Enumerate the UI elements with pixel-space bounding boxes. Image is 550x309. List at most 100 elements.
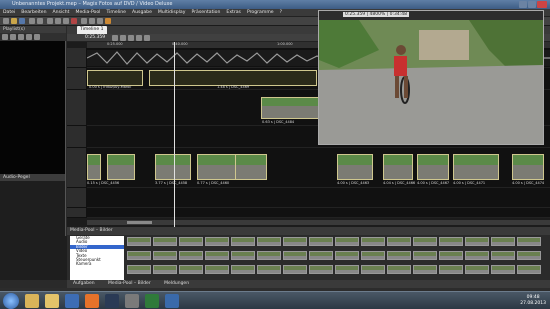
undo-icon[interactable] [29,18,35,24]
open-icon[interactable] [11,18,17,24]
clock[interactable]: 09:48 27.08.2013 [520,295,546,307]
zoom-out-icon[interactable] [136,35,142,41]
image-clip-thumbnail[interactable] [235,154,267,180]
media-thumbnail[interactable] [465,237,489,246]
audio-clip[interactable] [87,70,143,86]
menu-item-timeline[interactable]: Timeline [103,9,129,15]
media-thumbnail[interactable] [361,265,385,274]
image-clip-thumbnail[interactable] [417,154,449,180]
menu-item-praesentation[interactable]: Präsentation [188,9,223,15]
track-header-images[interactable]: Bilder [67,148,99,188]
media-thumbnail[interactable] [231,265,255,274]
media-thumbnail[interactable] [179,265,203,274]
media-thumbnail[interactable] [491,251,515,260]
media-thumbnail[interactable] [491,265,515,274]
media-thumbnail[interactable] [413,237,437,246]
media-thumbnail[interactable] [387,251,411,260]
media-thumbnail[interactable] [387,265,411,274]
image-clip-thumbnail[interactable] [197,154,237,180]
record-icon[interactable] [18,34,24,40]
redo-icon[interactable] [37,18,43,24]
track-header-6[interactable] [67,188,87,208]
image-clip-thumbnail[interactable] [87,154,101,180]
menu-item-ausgabe[interactable]: Ausgabe [129,9,155,15]
image-clip-thumbnail[interactable] [453,154,499,180]
media-thumbnail[interactable] [439,265,463,274]
media-thumbnail[interactable] [491,237,515,246]
track-6[interactable] [87,188,550,208]
media-thumbnail[interactable] [439,251,463,260]
video-clip-thumbnail[interactable] [261,97,319,119]
track-header-video[interactable]: Video [67,90,99,126]
save-icon[interactable] [19,18,25,24]
media-thumbnail[interactable] [517,265,541,274]
minimize-icon[interactable] [519,1,527,8]
timeline-scrollbar[interactable] [87,220,550,225]
track-status[interactable] [87,208,550,218]
media-thumbnail[interactable] [257,237,281,246]
track-header-4[interactable] [67,126,87,148]
media-thumbnail[interactable] [153,237,177,246]
cut-tool-icon[interactable] [120,35,126,41]
media-thumbnail[interactable] [283,265,307,274]
media-thumbnail[interactable] [153,265,177,274]
image-clip-thumbnail[interactable] [383,154,413,180]
playhead[interactable] [174,42,175,236]
image-clip-thumbnail[interactable] [107,154,135,180]
copy-icon[interactable] [55,18,61,24]
explorer-icon[interactable] [25,294,39,308]
track-header-audio[interactable]: Audio [67,48,99,68]
media-thumbnail[interactable] [309,251,333,260]
lightroom-icon[interactable] [105,294,119,308]
media-thumbnail[interactable] [517,237,541,246]
settings-icon[interactable] [89,18,95,24]
tree-item[interactable]: Kamera [70,261,124,266]
tab-media-pool[interactable]: Media-Pool – Bilder [102,280,157,287]
media-thumbnail[interactable] [439,237,463,246]
mouse-mode-icon[interactable] [112,35,118,41]
media-thumbnail[interactable] [387,237,411,246]
media-thumbnail[interactable] [517,251,541,260]
media-thumbnail[interactable] [335,237,359,246]
media-thumbnail[interactable] [361,237,385,246]
track-images[interactable]: 0.15 s | DSC_4456 3.77 s | DSC_4458 0.77… [87,148,550,188]
menu-item-programme[interactable]: Programme [244,9,277,15]
start-button[interactable] [3,293,19,309]
firefox-icon[interactable] [85,294,99,308]
media-thumbnail[interactable] [127,265,151,274]
media-thumbnail[interactable] [335,265,359,274]
tab-aufgaben[interactable]: Aufgaben [67,280,101,287]
track-header-2[interactable] [67,68,87,90]
media-thumbnail[interactable] [465,265,489,274]
media-thumbnail[interactable] [257,251,281,260]
image-clip-thumbnail[interactable] [337,154,373,180]
image-clip-thumbnail[interactable] [155,154,191,180]
menu-item-extras[interactable]: Extras [223,9,244,15]
menu-item-ansicht[interactable]: Ansicht [50,9,73,15]
menu-item-bearbeiten[interactable]: Bearbeiten [18,9,49,15]
media-thumbnail[interactable] [179,251,203,260]
close-icon[interactable] [537,1,547,8]
export-icon[interactable] [97,18,103,24]
media-thumbnail[interactable] [309,265,333,274]
marker-icon[interactable] [34,34,40,40]
tab-timeline-1[interactable]: Timeline 1 [77,26,107,34]
media-thumbnail[interactable] [283,251,307,260]
play-icon[interactable] [2,34,8,40]
stop-icon[interactable] [10,34,16,40]
tab-meldungen[interactable]: Meldungen [158,280,195,287]
media-thumbnail[interactable] [179,237,203,246]
media-thumbnail[interactable] [205,265,229,274]
loop-icon[interactable] [26,34,32,40]
media-thumbnail[interactable] [153,251,177,260]
menu-item-datei[interactable]: Datei [0,9,18,15]
magnify-icon[interactable] [81,18,87,24]
zoom-in-icon[interactable] [128,35,134,41]
magix-icon[interactable] [125,294,139,308]
media-thumbnail[interactable] [231,237,255,246]
media-thumbnail[interactable] [335,251,359,260]
media-thumbnail[interactable] [231,251,255,260]
media-player-icon[interactable] [65,294,79,308]
media-thumbnail[interactable] [413,251,437,260]
word-icon[interactable] [165,294,179,308]
